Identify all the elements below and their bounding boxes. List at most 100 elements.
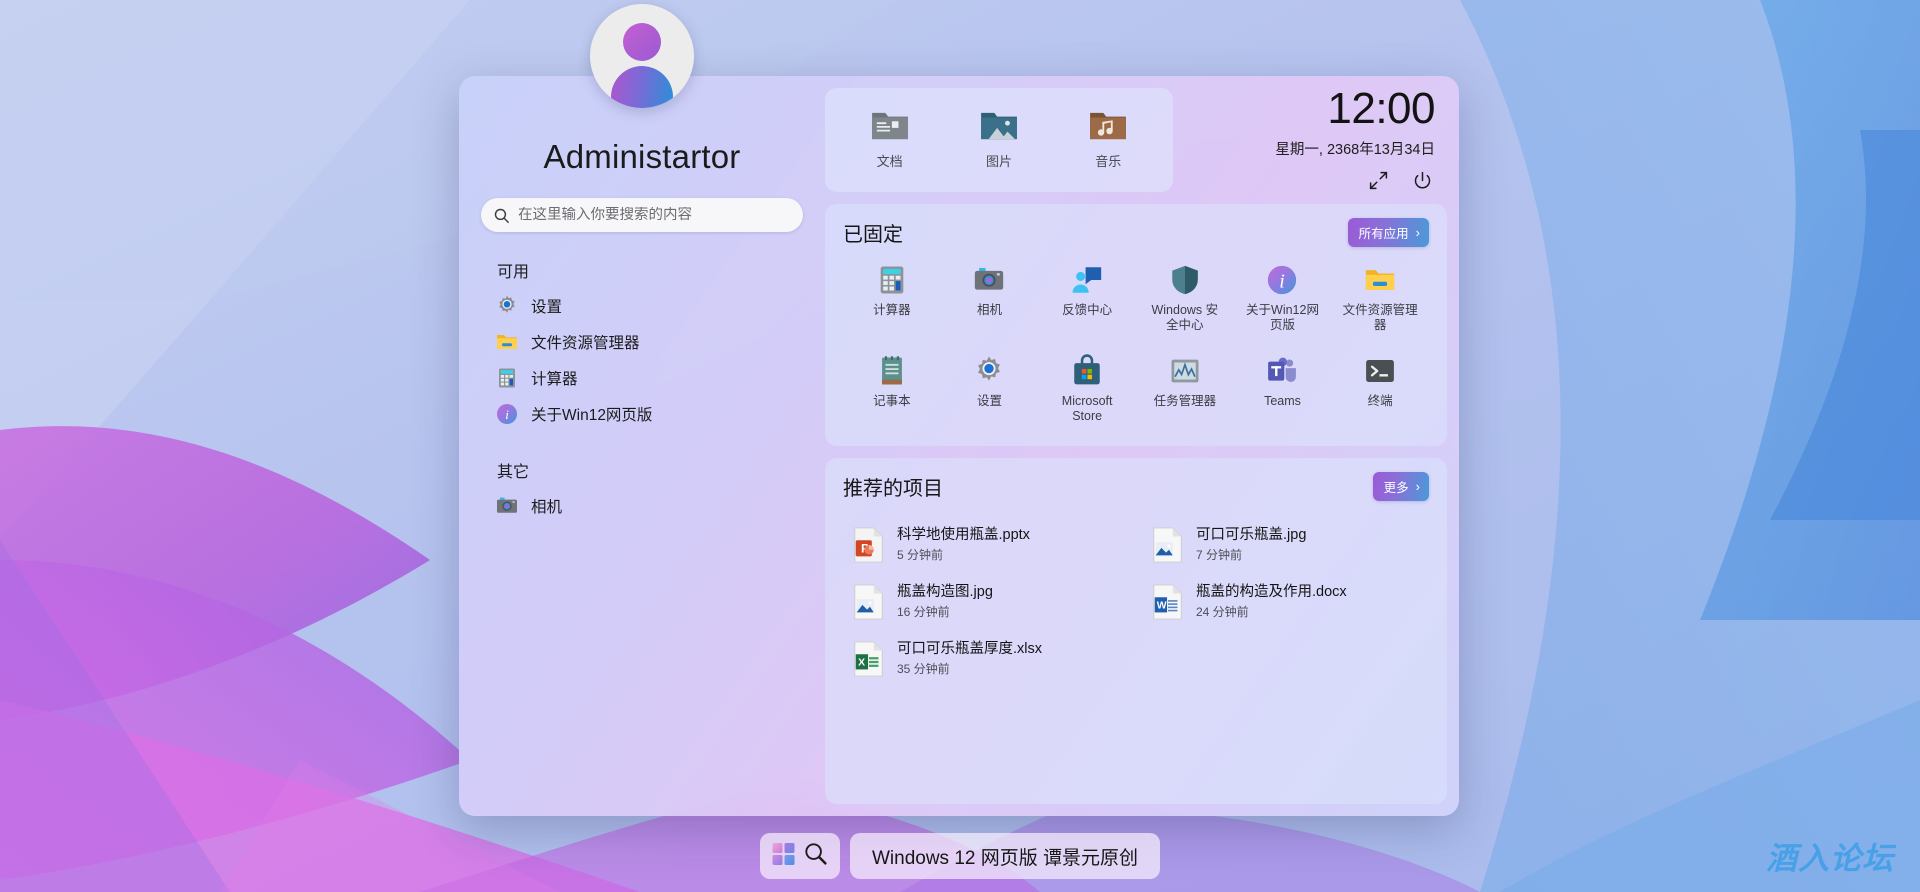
pinned-app-label: 终端 (1368, 394, 1393, 409)
start-menu-panel: Administartor 可用 设置 (459, 76, 1459, 816)
sidebar-item-label: 文件资源管理器 (531, 331, 640, 353)
task-manager-icon (1168, 354, 1202, 388)
pinned-app-teams[interactable]: Teams (1234, 346, 1332, 431)
taskbar-title[interactable]: Windows 12 网页版 谭景元原创 (850, 833, 1160, 879)
quick-folder-label: 文档 (877, 151, 903, 170)
recommended-item[interactable]: X 可口可乐瓶盖厚度.xlsx 35 分钟前 (843, 631, 1130, 686)
recommended-item-name: 瓶盖的构造及作用.docx (1196, 583, 1347, 601)
sidebar-item-calculator[interactable]: 计算器 (481, 360, 803, 396)
microsoft-store-icon (1070, 354, 1104, 388)
svg-text:i: i (1280, 271, 1286, 293)
camera-icon (495, 494, 519, 518)
recommended-item[interactable]: P 科学地使用瓶盖.pptx 5 分钟前 (843, 517, 1130, 572)
teams-icon (1265, 354, 1299, 388)
recommended-item-text: 瓶盖构造图.jpg 16 分钟前 (897, 583, 993, 620)
pinned-app-label: 任务管理器 (1154, 394, 1217, 409)
recommended-header: 推荐的项目 更多 › (843, 472, 1429, 501)
pinned-app-windows-security[interactable]: Windows 安全中心 (1136, 255, 1234, 340)
pinned-app-label: 记事本 (873, 394, 911, 409)
pinned-app-about-win12[interactable]: i 关于Win12网页版 (1234, 255, 1332, 340)
sidebar-item-about-win12[interactable]: i 关于Win12网页版 (481, 396, 803, 432)
windows-security-shield-icon (1168, 263, 1202, 297)
recommended-item-time: 24 分钟前 (1196, 603, 1347, 620)
recommended-item-time: 5 分钟前 (897, 546, 1030, 563)
taskbar-start-group[interactable] (760, 833, 840, 879)
pinned-title: 已固定 (843, 218, 903, 247)
recommended-item-text: 科学地使用瓶盖.pptx 5 分钟前 (897, 526, 1030, 563)
avatar-body-shape (611, 66, 673, 108)
pinned-app-label: Teams (1264, 394, 1301, 409)
svg-text:X: X (858, 657, 865, 668)
top-strip: 文档 图片 (825, 88, 1447, 192)
info-circle-icon: i (1265, 263, 1299, 297)
image-file-icon (1152, 527, 1184, 563)
pinned-app-label: 文件资源管理器 (1341, 303, 1419, 334)
search-input-container[interactable] (481, 198, 803, 232)
power-icon[interactable] (1409, 167, 1435, 193)
sidebar-item-settings[interactable]: 设置 (481, 288, 803, 324)
expand-arrows-icon[interactable] (1365, 167, 1391, 193)
windows-logo-icon[interactable] (771, 841, 797, 872)
search-icon[interactable] (803, 841, 828, 871)
recommended-item[interactable]: 可口可乐瓶盖.jpg 7 分钟前 (1142, 517, 1429, 572)
search-input[interactable] (518, 207, 791, 223)
recommended-item-time: 16 分钟前 (897, 603, 993, 620)
quick-folder-label: 音乐 (1095, 151, 1121, 170)
pinned-app-label: 关于Win12网页版 (1243, 303, 1321, 334)
pinned-app-label: Microsoft Store (1048, 394, 1126, 425)
feedback-hub-icon (1070, 263, 1104, 297)
more-label: 更多 (1384, 477, 1409, 496)
folder-explorer-icon (495, 330, 519, 354)
recommended-item-name: 科学地使用瓶盖.pptx (897, 526, 1030, 544)
sidebar-group-title-other: 其它 (497, 458, 803, 482)
quick-folder-documents[interactable]: 文档 (849, 106, 931, 174)
pinned-app-notepad[interactable]: 记事本 (843, 346, 941, 431)
pinned-app-settings[interactable]: 设置 (941, 346, 1039, 431)
recommended-item[interactable]: W 瓶盖的构造及作用.docx 24 分钟前 (1142, 574, 1429, 629)
avatar-head-shape (623, 23, 661, 61)
pinned-app-task-manager[interactable]: 任务管理器 (1136, 346, 1234, 431)
chevron-right-icon: › (1416, 226, 1420, 239)
sidebar-item-label: 相机 (531, 495, 562, 517)
quick-folder-pictures[interactable]: 图片 (958, 106, 1040, 174)
pinned-app-feedback-hub[interactable]: 反馈中心 (1038, 255, 1136, 340)
all-apps-label: 所有应用 (1359, 223, 1409, 242)
recommended-item-time: 35 分钟前 (897, 660, 1042, 677)
taskbar: Windows 12 网页版 谭景元原创 (0, 820, 1920, 892)
sidebar-group-title-available: 可用 (497, 258, 803, 282)
pinned-apps-grid: 计算器 相机 (843, 255, 1429, 430)
clock-date: 星期一, 2368年13月34日 (1275, 138, 1435, 159)
all-apps-button[interactable]: 所有应用 › (1348, 218, 1429, 247)
recommended-panel: 推荐的项目 更多 › P (825, 458, 1447, 804)
pinned-app-label: 计算器 (873, 303, 911, 318)
sidebar-item-camera[interactable]: 相机 (481, 488, 803, 524)
sidebar-item-label: 关于Win12网页版 (531, 403, 652, 425)
pinned-app-camera[interactable]: 相机 (941, 255, 1039, 340)
recommended-items-grid: P 科学地使用瓶盖.pptx 5 分钟前 (843, 517, 1429, 686)
recommended-item-name: 可口可乐瓶盖厚度.xlsx (897, 640, 1042, 658)
more-button[interactable]: 更多 › (1373, 472, 1429, 501)
svg-text:W: W (1157, 600, 1167, 611)
recommended-item-text: 瓶盖的构造及作用.docx 24 分钟前 (1196, 583, 1347, 620)
pinned-app-calculator[interactable]: 计算器 (843, 255, 941, 340)
sidebar-item-file-explorer[interactable]: 文件资源管理器 (481, 324, 803, 360)
avatar[interactable] (590, 4, 694, 108)
sidebar-item-label: 设置 (531, 295, 562, 317)
settings-gear-icon (972, 354, 1006, 388)
pinned-app-microsoft-store[interactable]: Microsoft Store (1038, 346, 1136, 431)
search-icon (493, 207, 510, 224)
watermark: 酒入论坛 (1766, 833, 1894, 878)
pinned-app-terminal[interactable]: 终端 (1331, 346, 1429, 431)
recommended-title: 推荐的项目 (843, 472, 943, 501)
quick-folder-label: 图片 (986, 151, 1012, 170)
recommended-item-name: 瓶盖构造图.jpg (897, 583, 993, 601)
recommended-item[interactable]: 瓶盖构造图.jpg 16 分钟前 (843, 574, 1130, 629)
quick-folder-music[interactable]: 音乐 (1067, 106, 1149, 174)
powerpoint-file-icon: P (853, 527, 885, 563)
settings-gear-icon (495, 294, 519, 318)
clock-time: 12:00 (1327, 87, 1435, 131)
pinned-app-file-explorer[interactable]: 文件资源管理器 (1331, 255, 1429, 340)
recommended-item-time: 7 分钟前 (1196, 546, 1306, 563)
quick-folders-panel: 文档 图片 (825, 88, 1173, 192)
user-name: Administartor (481, 138, 803, 176)
